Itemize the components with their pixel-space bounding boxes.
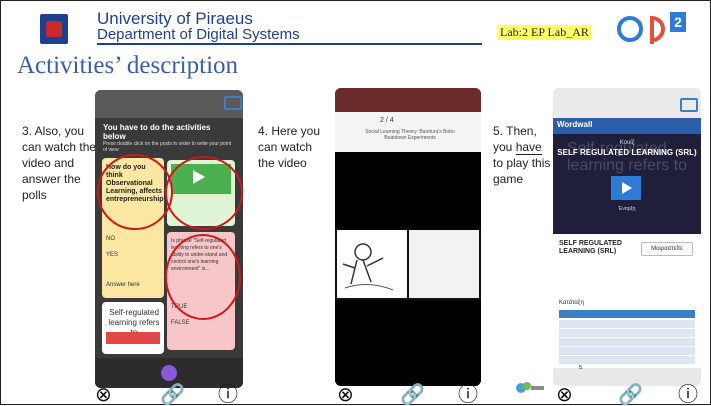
link-icon[interactable]: 🔗 [400,383,425,405]
ap2-logo-sup: 2 [674,14,682,30]
add-post-button[interactable] [161,365,177,381]
wordwall-site-header [553,88,701,118]
quiz-title: SELF REGULATED LEARNING (SRL) [557,148,697,157]
cartoon-drawing [342,243,394,291]
link-icon[interactable]: 🔗 [160,383,185,405]
share-button[interactable]: Μοιραστείτε [641,242,693,256]
padlet-subtitle: Press double click on the posts in order… [103,141,232,153]
activity-name: SELF REGULATED LEARNING (SRL) [559,240,622,255]
leaderboard-header [559,310,695,318]
table-row: 1. [559,320,695,335]
video-player[interactable] [335,152,481,230]
wordwall-game-banner[interactable]: Self-regulated learning refers to Κουίζ … [553,134,701,234]
video-screenshot: 2 / 4 Social Learning Theory: Bandura's … [335,88,481,386]
ap2-logo: 2 [617,12,686,44]
university-logo [40,14,68,44]
start-button[interactable] [611,176,641,200]
lab-badge: Lab:2 EP Lab_AR [497,25,592,40]
close-icon[interactable]: ⊗ [556,383,573,405]
wordwall-bar: Wordwall [553,118,701,134]
video-topbar [335,88,481,112]
info-icon[interactable]: ⓘ [458,383,478,405]
link-icon[interactable]: 🔗 [618,383,643,405]
video-page-counter: 2 / 4 [380,117,394,124]
caption-polls: 3. Also, you can watch the video and ans… [22,124,97,202]
video-frame-empty [409,230,479,298]
video-player-lower [335,300,481,386]
poll-option-yes[interactable]: YES [106,252,118,258]
quiz-kind: Κουίζ [619,140,635,146]
camera-icon[interactable] [680,98,698,112]
highlight-circle-truefalse [165,234,241,320]
wordwall-card-image [106,332,160,344]
close-icon[interactable]: ⊗ [95,383,112,405]
video-header: 2 / 4 Social Learning Theory: Bandura's … [335,112,481,152]
table-row: 4. [559,347,695,362]
table-row: 3. [559,338,695,353]
row-num: 5. [579,365,584,371]
header-divider [97,43,482,45]
leaderboard: Κατάταξη 1. 2. 3. 4. 5. [553,294,701,371]
caption-video: 4. Here you can watch the video [258,124,321,170]
camera-icon[interactable] [224,96,242,110]
slide-title: Activities’ description [17,52,239,79]
padlet-topbar [95,90,243,118]
info-icon[interactable]: ⓘ [218,383,238,405]
start-label: Έναρξη [618,206,636,212]
highlight-circle-video [165,156,243,230]
highlight-circle-poll [97,154,173,230]
info-icon[interactable]: ⓘ [678,383,698,405]
caption-game-post: to play this game [493,156,551,186]
caption-game: 5. Then, you have to play this game [493,123,551,187]
wordwall-info: SELF REGULATED LEARNING (SRL) Μοιραστείτ… [553,234,701,294]
wordwall-brand: Wordwall [557,120,593,129]
footer-project-logo [516,382,544,393]
option-false[interactable]: FALSE [171,320,231,327]
wordwall-screenshot: Wordwall Self-regulated learning refers … [553,88,701,386]
video-frame-drawing [337,230,407,298]
table-row: 5. [559,356,695,371]
leaderboard-label: Κατάταξη [559,300,584,306]
answer-here-link[interactable]: Answer here [106,282,140,288]
table-row: 2. [559,329,695,344]
department-name: Department of Digital Systems [97,26,300,43]
poll-option-no[interactable]: NO [106,236,115,242]
close-icon[interactable]: ⊗ [337,383,354,405]
padlet-screenshot: You have to do the activities below Pres… [95,90,243,388]
caption-game-have: have [515,140,542,155]
wordwall-card[interactable]: Self-regulated learning refers to [102,302,164,354]
video-title: Social Learning Theory: Bandura's Bobo B… [365,129,455,141]
padlet-title: You have to do the activities below [103,123,211,141]
